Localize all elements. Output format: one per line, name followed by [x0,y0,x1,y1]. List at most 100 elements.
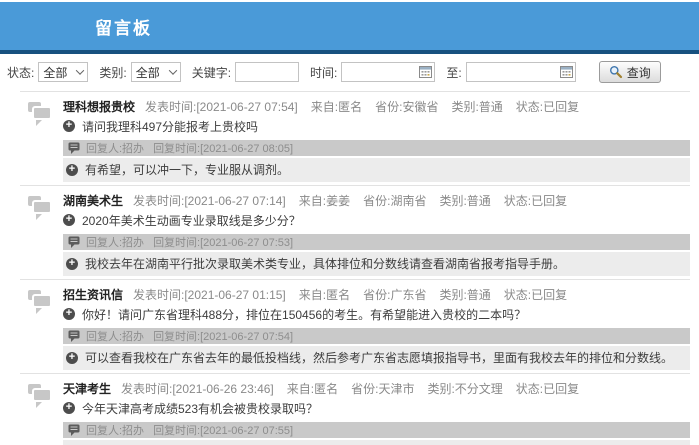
posted-time: 发表时间:[2021-06-27 01:15] [133,288,286,302]
status-select-value: 全部 [43,64,67,81]
message-from: 来自:匿名 [287,382,338,396]
reply-text: 我校去年在湖南平行批次录取美术类专业，具体排位和分数线请查看湖南省报考指导手册。 [85,255,565,272]
reply-bubble-icon [68,330,80,342]
reply-content-row: 可以查看我校在广东省去年的最低投档线，然后参考广东省志愿填报指导书，里面有我校去… [63,346,690,370]
reply-header-bar: 回复人:招办 回复时间:[2021-06-27 07:53] [63,234,690,250]
message-body: 理科想报贵校发表时间:[2021-06-27 07:54] 来自:匿名省份:安徽省… [63,99,690,182]
category-select[interactable]: 全部 [131,62,181,82]
comment-avatar-icon [28,384,54,408]
to-label: 至: [446,64,461,81]
comment-avatar-icon [28,290,54,314]
comment-avatar-icon [28,102,54,126]
plus-circle-icon [63,120,75,132]
question-text: 你好！请问广东省理科488分，排位在150456的考生。有希望能进入贵校的二本吗… [82,306,526,323]
message-category: 类别:不分文理 [427,382,502,396]
question-line: 2020年美术生动画专业录取线是多少分？ [63,212,690,228]
message-body: 天津考生发表时间:[2021-06-26 23:46] 来自:匿名省份:天津市类别… [63,381,690,445]
plus-circle-icon [63,214,75,226]
message-item: 理科想报贵校发表时间:[2021-06-27 07:54] 来自:匿名省份:安徽省… [20,91,690,185]
time-label: 时间: [310,64,337,81]
message-title: 天津考生 [63,382,111,396]
category-select-value: 全部 [136,64,160,81]
message-province: 省份:广东省 [363,288,426,302]
posted-time: 发表时间:[2021-06-26 23:46] [121,382,274,396]
reply-time: 回复时间:[2021-06-27 07:55] [153,422,293,438]
search-button-label: 查询 [627,64,651,81]
reply-header-bar: 回复人:招办 回复时间:[2021-06-27 07:54] [63,328,690,344]
posted-time: 发表时间:[2021-06-27 07:14] [133,194,286,208]
message-header-line: 湖南美术生发表时间:[2021-06-27 07:14] 来自:姜姜省份:湖南省类… [63,193,690,209]
message-status: 状态:已回复 [516,100,579,114]
reply-text: 可以查看我校在广东省去年的最低投档线，然后参考广东省志愿填报指导书，里面有我校去… [85,349,673,366]
message-title: 招生资讯信 [63,288,123,302]
message-list: 理科想报贵校发表时间:[2021-06-27 07:54]来自:匿名省份:安徽省… [20,91,690,445]
message-category: 类别:普通 [439,194,490,208]
reply-author: 回复人:招办 [86,234,144,250]
search-icon [609,65,623,79]
reply-header-bar: 回复人:招办 回复时间:[2021-06-27 08:05] [63,140,690,156]
message-body: 湖南美术生发表时间:[2021-06-27 07:14] 来自:姜姜省份:湖南省类… [63,193,690,276]
question-text: 请问我理科497分能报考上贵校吗 [82,118,258,135]
reply-bubble-icon [68,142,80,154]
message-status: 状态:已回复 [516,382,579,396]
chevron-down-icon [168,66,176,74]
reply-author: 回复人:招办 [86,140,144,156]
keyword-input[interactable] [235,62,299,82]
plus-circle-icon [66,164,78,176]
status-label: 状态: [7,64,34,81]
question-line: 你好！请问广东省理科488分，排位在150456的考生。有希望能进入贵校的二本吗… [63,306,690,322]
message-title: 理科想报贵校 [63,100,135,114]
time-to-group: 至: [446,62,575,82]
plus-circle-icon [66,258,78,270]
message-from: 来自:匿名 [299,288,350,302]
calendar-icon[interactable] [560,65,573,81]
status-select[interactable]: 全部 [38,62,88,82]
comment-avatar-icon [28,196,54,220]
reply-author: 回复人:招办 [86,422,144,438]
message-category: 类别:普通 [451,100,502,114]
message-province: 省份:安徽省 [375,100,438,114]
keyword-label: 关键字: [192,64,231,81]
message-item: 湖南美术生发表时间:[2021-06-27 07:14] 来自:姜姜省份:湖南省类… [20,185,690,279]
reply-bubble-icon [68,236,80,248]
message-header-line: 天津考生发表时间:[2021-06-26 23:46] 来自:匿名省份:天津市类别… [63,381,690,397]
reply-content-row: 我校去年在湖南平行批次录取美术类专业，具体排位和分数线请查看湖南省报考指导手册。 [63,252,690,276]
message-item: 招生资讯信发表时间:[2021-06-27 01:15] 来自:匿名省份:广东省类… [20,279,690,373]
plus-circle-icon [63,402,75,414]
time-from-group: 时间: [310,62,435,82]
reply-content-row: 有希望，可以冲一下，专业服从调剂。 [63,158,690,182]
reply-header-bar: 回复人:招办 回复时间:[2021-06-27 07:55] [63,422,690,438]
keyword-filter-group: 关键字: [192,62,299,82]
message-from: 来自:匿名 [311,100,362,114]
question-line: 今年天津高考成绩523有机会被贵校录取吗？ [63,400,690,416]
search-button[interactable]: 查询 [599,61,661,83]
category-filter-group: 类别: 全部 [99,62,180,82]
message-title: 湖南美术生 [63,194,123,208]
reply-bubble-icon [68,424,80,436]
message-from: 来自:姜姜 [299,194,350,208]
message-item: 天津考生发表时间:[2021-06-26 23:46] 来自:匿名省份:天津市类别… [20,373,690,445]
message-province: 省份:湖南省 [363,194,426,208]
status-filter-group: 状态: 全部 [7,62,88,82]
question-line: 请问我理科497分能报考上贵校吗 [63,118,690,134]
message-header-line: 理科想报贵校发表时间:[2021-06-27 07:54] 来自:匿名省份:安徽省… [63,99,690,115]
question-text: 2020年美术生动画专业录取线是多少分？ [82,212,301,229]
reply-author: 回复人:招办 [86,328,144,344]
filter-bar: 状态: 全部 类别: 全部 关键字: 时间: [0,54,699,91]
message-category: 类别:普通 [439,288,490,302]
category-label: 类别: [99,64,126,81]
app-header: 留言板 [0,2,699,54]
message-status: 状态:已回复 [504,194,567,208]
plus-circle-icon [63,308,75,320]
message-province: 省份:天津市 [351,382,414,396]
reply-content-row: 天津可以参考我校往年的分数线和排位。 [63,440,690,445]
message-body: 招生资讯信发表时间:[2021-06-27 01:15] 来自:匿名省份:广东省类… [63,287,690,370]
question-text: 今年天津高考成绩523有机会被贵校录取吗？ [82,400,318,417]
message-status: 状态:已回复 [504,288,567,302]
reply-text: 有希望，可以冲一下，专业服从调剂。 [85,161,289,178]
message-header-line: 招生资讯信发表时间:[2021-06-27 01:15] 来自:匿名省份:广东省类… [63,287,690,303]
reply-time: 回复时间:[2021-06-27 08:05] [153,140,293,156]
page-title: 留言板 [95,14,152,39]
posted-time: 发表时间:[2021-06-27 07:54] [145,100,298,114]
calendar-icon[interactable] [419,65,432,81]
